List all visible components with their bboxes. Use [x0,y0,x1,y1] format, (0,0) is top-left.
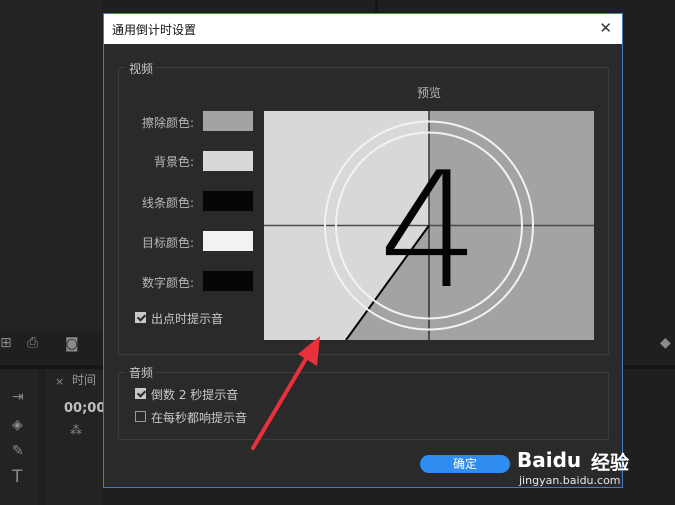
watermark-jingyan: 经验 [591,452,630,474]
close-icon[interactable]: ✕ [599,19,612,37]
countdown-preview: 4 [264,111,594,340]
arrow-head [298,336,320,366]
number-color-swatch[interactable] [203,271,253,291]
target-color-swatch[interactable] [203,231,253,251]
snap-icon[interactable]: ⁂ [70,423,82,437]
video-group-label: 视频 [126,60,157,77]
every-second-beep-label: 在每秒都响提示音 [151,411,248,425]
panel-divider-vertical [375,0,378,13]
number-color-label: 数字颜色: [141,276,194,290]
audio-group [118,372,609,440]
line-color-label: 线条颜色: [141,196,194,210]
watermark-brand: Baidu [517,448,582,472]
two-second-beep-label: 倒数 2 秒提示音 [151,388,239,402]
timecode-display[interactable]: 00;00 [64,402,105,416]
timeline-panel [46,370,103,505]
preview-label: 预览 [417,86,442,100]
left-top-panel [0,0,102,330]
wipe-color-swatch[interactable] [203,111,253,131]
background-color-label: 背景色: [153,155,194,169]
marker-icon[interactable]: ⊞ [0,336,12,350]
ok-button[interactable]: 确定 [420,455,510,473]
track-select-icon[interactable]: ⇥ [12,390,24,404]
countdown-digit: 4 [378,137,480,324]
cue-beep-label: 出点时提示音 [151,312,224,326]
wipe-color-label: 擦除颜色: [141,116,194,130]
annotation-arrow [251,336,320,450]
type-tool-icon[interactable]: T [12,469,22,486]
pen-tool-icon[interactable]: ✎ [12,444,24,458]
baidu-watermark: Baidu 经验 jingyan.baidu.com [517,446,667,496]
timeline-tab-label[interactable]: 时间 [72,373,96,387]
line-color-swatch[interactable] [203,191,253,211]
target-color-label: 目标颜色: [141,236,194,250]
dialog-titlebar: 通用倒计时设置 ✕ [104,14,622,44]
cue-beep-checkbox[interactable] [135,312,146,323]
watermark-url: jingyan.baidu.com [519,474,621,487]
export-frame-icon[interactable]: ⎙ [27,336,38,350]
ripple-edit-icon[interactable]: ◈ [12,418,23,432]
audio-group-label: 音频 [126,364,157,381]
dialog-title: 通用倒计时设置 [112,23,197,37]
arrow-shaft [251,350,312,450]
camera-icon[interactable]: ◙ [65,337,79,351]
background-color-swatch[interactable] [203,151,253,171]
tab-close-icon[interactable]: × [55,375,64,389]
every-second-beep-checkbox[interactable] [135,411,146,422]
two-second-beep-checkbox[interactable] [135,388,146,399]
pin-icon[interactable]: ◆ [660,336,671,350]
countdown-settings-dialog: 通用倒计时设置 ✕ 视频 预览 擦除颜色: 背景色: 线条颜色: 目标颜色: 数… [103,13,623,488]
